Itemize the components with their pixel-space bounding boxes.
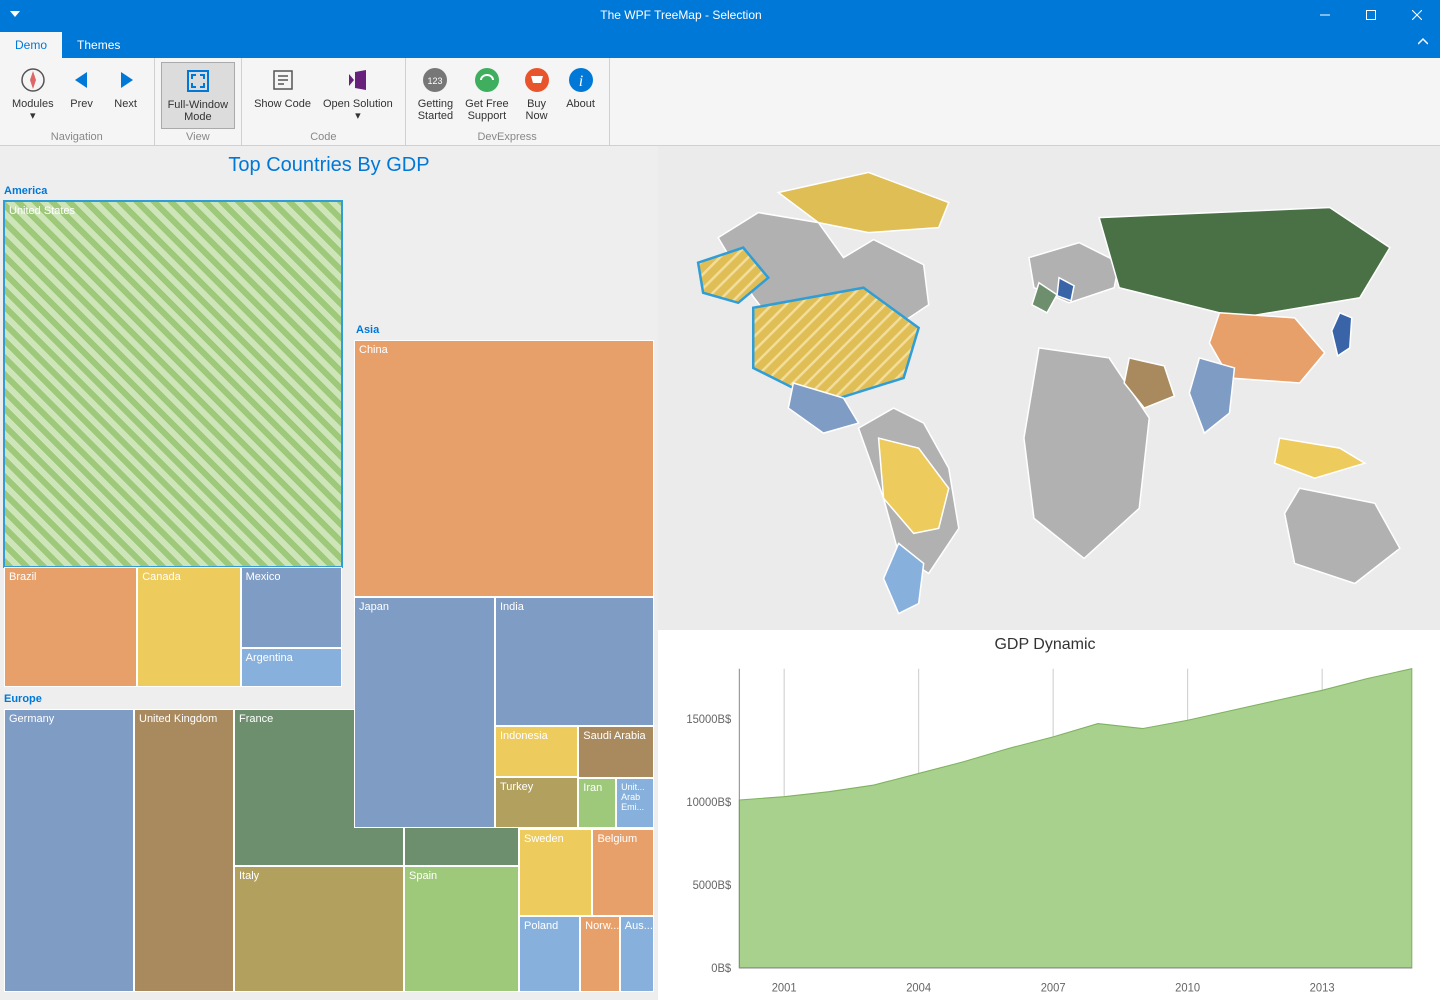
svg-text:2001: 2001 bbox=[772, 982, 797, 994]
treemap-cell-japan[interactable]: Japan bbox=[354, 597, 495, 828]
buynow-label: Buy Now bbox=[526, 98, 548, 122]
showcode-label: Show Code bbox=[254, 98, 311, 110]
window-title: The WPF TreeMap - Selection bbox=[60, 8, 1302, 22]
prev-label: Prev bbox=[70, 98, 93, 110]
compass-icon bbox=[17, 64, 49, 96]
gettingstarted-label: Getting Started bbox=[418, 98, 453, 122]
treemap-cell-united-states[interactable]: United States bbox=[4, 201, 342, 567]
getfreesupport-button[interactable]: Get Free Support bbox=[459, 62, 514, 129]
treemap-cell-uk[interactable]: United Kingdom bbox=[134, 709, 234, 992]
fullwindow-label: Full-Window Mode bbox=[168, 99, 229, 123]
svg-text:2010: 2010 bbox=[1175, 982, 1200, 994]
svg-text:15000B$: 15000B$ bbox=[686, 714, 731, 726]
close-button[interactable] bbox=[1394, 0, 1440, 30]
ribbon: Modules▾ Prev Next Navigation Full-Windo… bbox=[0, 58, 1440, 146]
next-label: Next bbox=[114, 98, 137, 110]
gettingstarted-button[interactable]: 123 Getting Started bbox=[412, 62, 459, 129]
about-button[interactable]: i About bbox=[559, 62, 603, 129]
prev-icon bbox=[66, 64, 98, 96]
group-code: Code bbox=[310, 131, 336, 143]
about-label: About bbox=[566, 98, 595, 110]
svg-text:i: i bbox=[578, 73, 582, 90]
vs-icon bbox=[342, 64, 374, 96]
treemap-cell-india[interactable]: India bbox=[495, 597, 654, 726]
svg-text:2007: 2007 bbox=[1041, 982, 1066, 994]
treemap-cell-sweden[interactable]: Sweden bbox=[519, 829, 592, 916]
treemap-cell-austria[interactable]: Aus... bbox=[620, 916, 654, 992]
modules-button[interactable]: Modules▾ bbox=[6, 62, 60, 129]
treemap-cell-poland[interactable]: Poland bbox=[519, 916, 580, 992]
ribbon-tabs: Demo Themes bbox=[0, 30, 1440, 58]
treemap-cell-spain[interactable]: Spain bbox=[404, 866, 519, 992]
svg-text:123: 123 bbox=[428, 76, 443, 86]
svg-text:2013: 2013 bbox=[1310, 982, 1335, 994]
next-button[interactable]: Next bbox=[104, 62, 148, 129]
svg-text:5000B$: 5000B$ bbox=[693, 880, 732, 892]
group-view: View bbox=[186, 131, 210, 143]
titlebar: The WPF TreeMap - Selection bbox=[0, 0, 1440, 30]
buynow-button[interactable]: Buy Now bbox=[515, 62, 559, 129]
fullscreen-icon bbox=[182, 65, 214, 97]
svg-text:0B$: 0B$ bbox=[711, 963, 732, 975]
gdp-chart-title: GDP Dynamic bbox=[668, 636, 1422, 654]
treemap-pane: Top Countries By GDP America United Stat… bbox=[0, 146, 658, 1000]
treemap-title: Top Countries By GDP bbox=[0, 154, 658, 177]
info-icon: i bbox=[565, 64, 597, 96]
prev-button[interactable]: Prev bbox=[60, 62, 104, 129]
fullwindow-button[interactable]: Full-Window Mode bbox=[161, 62, 236, 129]
svg-text:10000B$: 10000B$ bbox=[686, 797, 731, 809]
group-navigation: Navigation bbox=[51, 131, 103, 143]
treemap-cell-turkey[interactable]: Turkey bbox=[495, 777, 578, 828]
qat-dropdown-icon[interactable] bbox=[0, 8, 60, 22]
maximize-button[interactable] bbox=[1348, 0, 1394, 30]
cart-icon bbox=[521, 64, 553, 96]
world-map[interactable] bbox=[658, 146, 1440, 630]
treemap-cell-norway[interactable]: Norw... bbox=[580, 916, 620, 992]
treemap-cell-italy[interactable]: Italy bbox=[234, 866, 404, 992]
treemap-cell-iran[interactable]: Iran bbox=[578, 778, 616, 828]
showcode-button[interactable]: Show Code bbox=[248, 62, 317, 129]
group-devexpress: DevExpress bbox=[477, 131, 536, 143]
tab-themes[interactable]: Themes bbox=[62, 32, 135, 58]
group-label-america: America bbox=[0, 183, 658, 201]
treemap-cell-belgium[interactable]: Belgium bbox=[592, 829, 654, 916]
gdp-chart: GDP Dynamic 2001 2004 2007 2010 2013 0B$ 5000B… bbox=[658, 630, 1440, 1000]
treemap-cell-brazil[interactable]: Brazil bbox=[4, 567, 137, 687]
treemap-cell-argentina[interactable]: Argentina bbox=[241, 648, 342, 687]
minimize-button[interactable] bbox=[1302, 0, 1348, 30]
treemap-cell-saudi[interactable]: Saudi Arabia bbox=[578, 726, 654, 778]
treemap-cell-indonesia[interactable]: Indonesia bbox=[495, 726, 578, 777]
next-icon bbox=[110, 64, 142, 96]
tab-demo[interactable]: Demo bbox=[0, 32, 62, 58]
treemap-cell-mexico[interactable]: Mexico bbox=[241, 567, 342, 648]
support-icon bbox=[471, 64, 503, 96]
treemap-cell-germany[interactable]: Germany bbox=[4, 709, 134, 992]
opensolution-button[interactable]: Open Solution▾ bbox=[317, 62, 399, 129]
modules-label: Modules bbox=[12, 98, 54, 110]
getfreesupport-label: Get Free Support bbox=[465, 98, 508, 122]
group-label-asia: Asia bbox=[354, 322, 654, 340]
treemap-cell-china[interactable]: China bbox=[354, 340, 654, 597]
123-icon: 123 bbox=[419, 64, 451, 96]
code-icon bbox=[267, 64, 299, 96]
svg-text:2004: 2004 bbox=[906, 982, 932, 994]
opensolution-label: Open Solution bbox=[323, 98, 393, 110]
treemap-cell-canada[interactable]: Canada bbox=[137, 567, 240, 687]
treemap-cell-uae[interactable]: Unit...ArabEmi... bbox=[616, 778, 654, 828]
collapse-ribbon-icon[interactable] bbox=[1418, 36, 1428, 50]
